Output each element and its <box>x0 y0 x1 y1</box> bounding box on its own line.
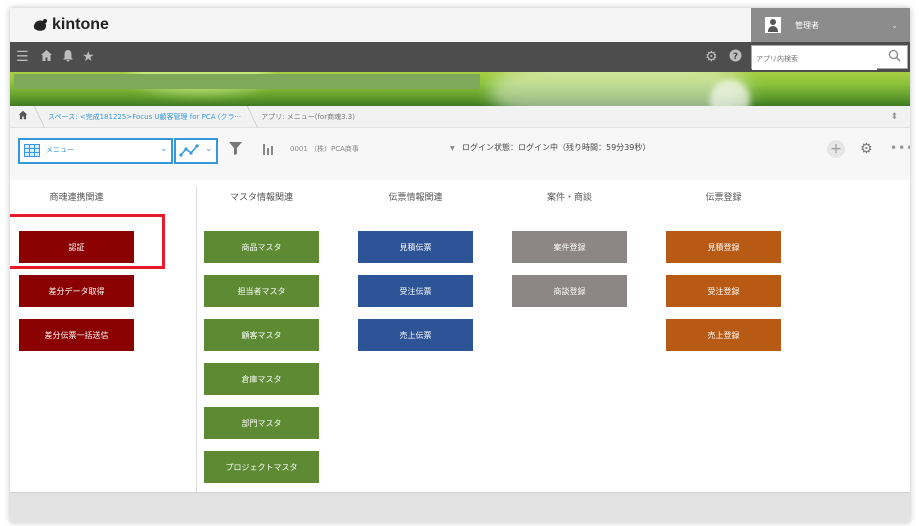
bell-icon[interactable] <box>62 49 74 66</box>
menu-button[interactable]: 受注登録 <box>666 275 781 307</box>
column-heading: 商魂連携関連 <box>49 193 104 203</box>
kintone-logo-text: kintone <box>52 16 109 33</box>
menu-button[interactable]: 差分データ取得 <box>19 275 134 307</box>
gear-icon[interactable]: ⚙ <box>705 49 718 65</box>
list-view-icon <box>24 144 40 157</box>
menu-button[interactable]: 見積伝票 <box>358 231 473 263</box>
menu-button[interactable]: 顧客マスタ <box>204 319 319 351</box>
chevron-down-icon: ⌄ <box>891 20 898 30</box>
home-icon[interactable] <box>18 110 28 123</box>
star-icon[interactable]: ★ <box>82 49 95 65</box>
login-status-text: ログイン状態：ログイン中（残り時間：59分39秒） <box>462 143 651 152</box>
breadcrumb-app: アプリ: メニュー(for商魂3.3) <box>261 112 355 121</box>
pin-icon[interactable]: ⬍ <box>890 112 898 122</box>
chart-icon[interactable] <box>262 141 274 160</box>
column-heading: マスタ情報関連 <box>229 193 293 203</box>
plus-icon[interactable]: + <box>827 140 845 158</box>
svg-text:?: ? <box>733 52 738 62</box>
more-icon[interactable]: ••• <box>890 141 910 155</box>
menu-button[interactable]: 売上伝票 <box>358 319 473 351</box>
menu-button[interactable]: プロジェクトマスタ <box>204 451 319 483</box>
avatar-icon <box>765 17 781 33</box>
view-label: メニュー <box>46 146 74 154</box>
help-icon[interactable]: ? <box>729 49 742 66</box>
chevron-down-icon[interactable]: ▼ <box>450 145 455 152</box>
menu-button[interactable]: 受注伝票 <box>358 275 473 307</box>
view-toolbar: メニュー ⌄ ⌄ 0001 （株）PCA商事 ▼ ログイン状態：ログイン中（残り… <box>10 128 910 180</box>
view-selector[interactable]: メニュー ⌄ <box>18 138 173 164</box>
kintone-window: kintone 管理者 ⌄ ☰ ★ ⚙ ? アプリ内検索 スペース: <完成18… <box>10 8 910 522</box>
global-toolbar: ☰ ★ ⚙ ? <box>10 42 910 72</box>
search-input[interactable] <box>752 48 877 70</box>
menu-button[interactable]: 商品マスタ <box>204 231 319 263</box>
footer-bar <box>10 492 910 522</box>
breadcrumb-space-link[interactable]: スペース: <完成181225>Focus U顧客管理 for PCA (クラ·… <box>48 112 241 122</box>
graph-selector[interactable]: ⌄ <box>174 138 218 164</box>
menu-button[interactable]: 差分伝票一括送信 <box>19 319 134 351</box>
menu-button[interactable]: 案件登録 <box>512 231 627 263</box>
top-header: kintone 管理者 ⌄ <box>10 8 910 42</box>
menu-content: 商魂連携関連 認証 差分データ取得 差分伝票一括送信 マスタ情報関連 商品マスタ 担当者マス… <box>10 180 910 492</box>
kintone-logo-mark-icon <box>33 19 47 31</box>
menu-button[interactable]: 売上登録 <box>666 319 781 351</box>
home-icon[interactable] <box>40 49 53 66</box>
chevron-down-icon: ⌄ <box>160 144 167 153</box>
graph-icon <box>179 144 199 157</box>
column-heading: 伝票登録 <box>705 193 742 203</box>
banner-title-bar <box>14 74 480 89</box>
space-banner <box>10 72 910 106</box>
menu-button[interactable]: 部門マスタ <box>204 407 319 439</box>
app-search-box <box>751 45 908 70</box>
menu-button[interactable]: 見積登録 <box>666 231 781 263</box>
menu-button[interactable]: 担当者マスタ <box>204 275 319 307</box>
kintone-logo[interactable]: kintone <box>32 16 109 34</box>
breadcrumb: スペース: <完成181225>Focus U顧客管理 for PCA (クラ·… <box>10 105 910 128</box>
filter-icon[interactable] <box>228 141 243 160</box>
user-menu[interactable]: 管理者 ⌄ <box>751 8 910 42</box>
menu-button[interactable]: 倉庫マスタ <box>204 363 319 395</box>
highlight-box <box>10 214 165 269</box>
column-divider <box>196 186 197 492</box>
column-heading: 案件・商談 <box>546 193 592 203</box>
menu-icon[interactable]: ☰ <box>16 49 29 65</box>
record-selector[interactable]: 0001 （株）PCA商事 <box>290 144 359 154</box>
search-icon[interactable] <box>888 49 901 66</box>
gear-icon[interactable]: ⚙ <box>860 141 873 157</box>
column-heading: 伝票情報関連 <box>388 193 443 203</box>
chevron-down-icon: ⌄ <box>205 144 212 153</box>
user-name: 管理者 <box>795 20 819 30</box>
menu-button[interactable]: 商談登録 <box>512 275 627 307</box>
